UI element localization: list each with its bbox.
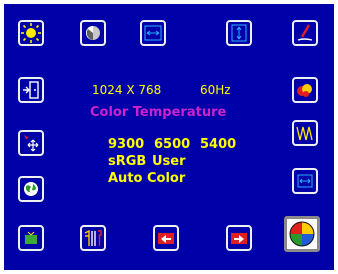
export-icon xyxy=(231,233,247,244)
brightness-button[interactable] xyxy=(18,20,44,46)
section-title: Color Temperature xyxy=(90,105,227,120)
option-6500[interactable]: 6500 xyxy=(154,137,190,153)
import-icon xyxy=(158,233,174,244)
option-5400[interactable]: 5400 xyxy=(200,137,236,153)
h-position-icon xyxy=(297,174,313,188)
pencil-button[interactable] xyxy=(292,20,318,46)
export-button[interactable] xyxy=(226,225,252,251)
waveform-icon xyxy=(296,126,313,141)
tools-icon xyxy=(84,229,102,246)
color-temperature-icon xyxy=(289,221,315,247)
brightness-icon xyxy=(21,23,41,43)
osd-menu-screen: 1024 X 768 60Hz Color Temperature 9300 6… xyxy=(4,4,334,270)
pencil-icon xyxy=(297,24,313,41)
refresh-rate-label: 60Hz xyxy=(200,83,231,97)
resolution-label: 1024 X 768 xyxy=(92,83,162,97)
waveform-button[interactable] xyxy=(292,120,318,146)
option-srgb[interactable]: sRGB xyxy=(108,154,146,170)
v-size-button[interactable] xyxy=(226,20,252,46)
position-icon xyxy=(24,135,39,152)
color-button[interactable] xyxy=(292,77,318,103)
exit-button[interactable] xyxy=(18,77,44,103)
position-button[interactable] xyxy=(18,130,44,156)
color-icon xyxy=(297,84,312,97)
option-auto-color[interactable]: Auto Color xyxy=(108,171,185,187)
contrast-icon xyxy=(86,26,100,40)
exit-icon xyxy=(23,81,39,99)
contrast-button[interactable] xyxy=(80,20,106,46)
h-size-icon xyxy=(144,25,162,41)
language-button[interactable] xyxy=(18,176,44,202)
tv-button[interactable] xyxy=(18,225,44,251)
option-9300[interactable]: 9300 xyxy=(108,137,144,153)
option-user[interactable]: User xyxy=(152,154,186,170)
import-button[interactable] xyxy=(153,225,179,251)
tv-icon xyxy=(25,231,37,244)
h-size-button[interactable] xyxy=(140,20,166,46)
v-size-icon xyxy=(231,24,247,42)
color-temperature-button[interactable] xyxy=(284,216,320,252)
h-position-button[interactable] xyxy=(292,168,318,194)
tools-button[interactable] xyxy=(80,225,106,251)
language-icon xyxy=(24,182,38,196)
